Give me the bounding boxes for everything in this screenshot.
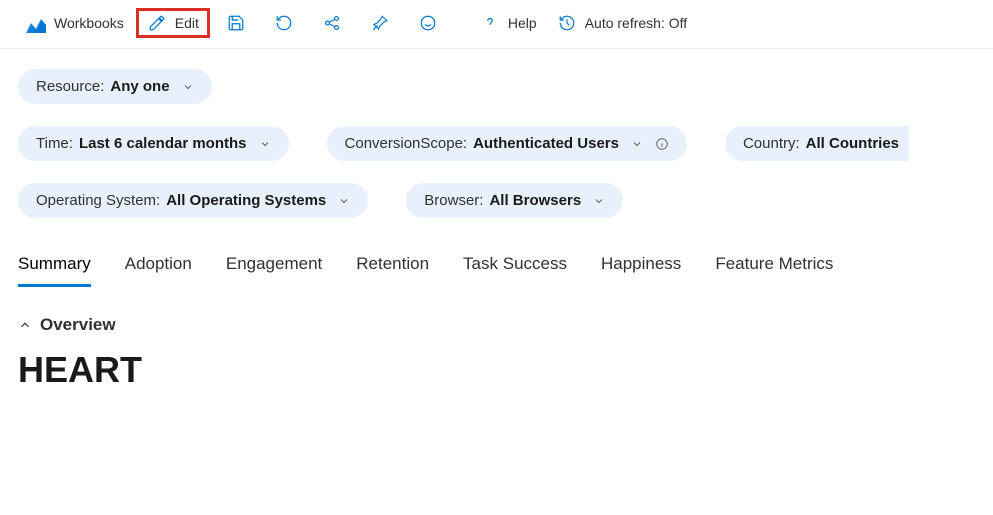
chevron-down-icon [631, 138, 643, 150]
overview-label: Overview [40, 315, 116, 335]
tab-adoption[interactable]: Adoption [125, 254, 192, 287]
auto-refresh-label: Auto refresh: Off [585, 15, 687, 31]
save-icon [226, 13, 246, 33]
workbooks-button[interactable]: Workbooks [18, 9, 132, 37]
filter-label: Time: [36, 135, 73, 152]
filter-label: Country: [743, 135, 800, 152]
refresh-button[interactable] [262, 9, 306, 37]
filter-conversion-scope[interactable]: ConversionScope: Authenticated Users [327, 126, 687, 161]
edit-button[interactable]: Edit [147, 13, 199, 33]
tab-engagement[interactable]: Engagement [226, 254, 322, 287]
filter-browser[interactable]: Browser: All Browsers [406, 183, 623, 218]
tab-task-success[interactable]: Task Success [463, 254, 567, 287]
pencil-icon [147, 13, 167, 33]
edit-highlight: Edit [136, 8, 210, 38]
refresh-icon [274, 13, 294, 33]
filter-value: All Operating Systems [166, 192, 326, 209]
chevron-down-icon [593, 195, 605, 207]
share-button[interactable] [310, 9, 354, 37]
filter-operating-system[interactable]: Operating System: All Operating Systems [18, 183, 368, 218]
history-icon [557, 13, 577, 33]
pin-icon [370, 13, 390, 33]
save-button[interactable] [214, 9, 258, 37]
filter-time[interactable]: Time: Last 6 calendar months [18, 126, 289, 161]
help-label: Help [508, 15, 537, 31]
smile-icon [418, 13, 438, 33]
info-icon[interactable] [655, 137, 669, 151]
tab-retention[interactable]: Retention [356, 254, 429, 287]
share-icon [322, 13, 342, 33]
chevron-down-icon [338, 195, 350, 207]
filter-area: Resource: Any one Time: Last 6 calendar … [0, 49, 993, 246]
filter-label: Browser: [424, 192, 483, 209]
tabs: Summary Adoption Engagement Retention Ta… [0, 246, 993, 287]
edit-label: Edit [175, 15, 199, 31]
filter-resource[interactable]: Resource: Any one [18, 69, 212, 104]
chevron-up-icon [18, 318, 32, 332]
filter-value: All Countries [806, 135, 899, 152]
tab-feature-metrics[interactable]: Feature Metrics [715, 254, 833, 287]
help-button[interactable]: Help [472, 9, 545, 37]
content: Overview HEART [0, 287, 993, 409]
overview-toggle[interactable]: Overview [18, 315, 116, 335]
workbooks-icon [26, 13, 46, 33]
chevron-down-icon [182, 81, 194, 93]
filter-value: All Browsers [489, 192, 581, 209]
help-icon [480, 13, 500, 33]
workbooks-label: Workbooks [54, 15, 124, 31]
filter-value: Any one [110, 78, 169, 95]
feedback-button[interactable] [406, 9, 450, 37]
filter-country[interactable]: Country: All Countries [725, 126, 909, 161]
filter-label: ConversionScope: [345, 135, 468, 152]
filter-value: Last 6 calendar months [79, 135, 247, 152]
auto-refresh-button[interactable]: Auto refresh: Off [549, 9, 695, 37]
tab-summary[interactable]: Summary [18, 254, 91, 287]
chevron-down-icon [259, 138, 271, 150]
pin-button[interactable] [358, 9, 402, 37]
filter-label: Operating System: [36, 192, 160, 209]
page-title: HEART [18, 349, 975, 391]
filter-value: Authenticated Users [473, 135, 619, 152]
tab-happiness[interactable]: Happiness [601, 254, 681, 287]
toolbar: Workbooks Edit [0, 0, 993, 49]
filter-label: Resource: [36, 78, 104, 95]
